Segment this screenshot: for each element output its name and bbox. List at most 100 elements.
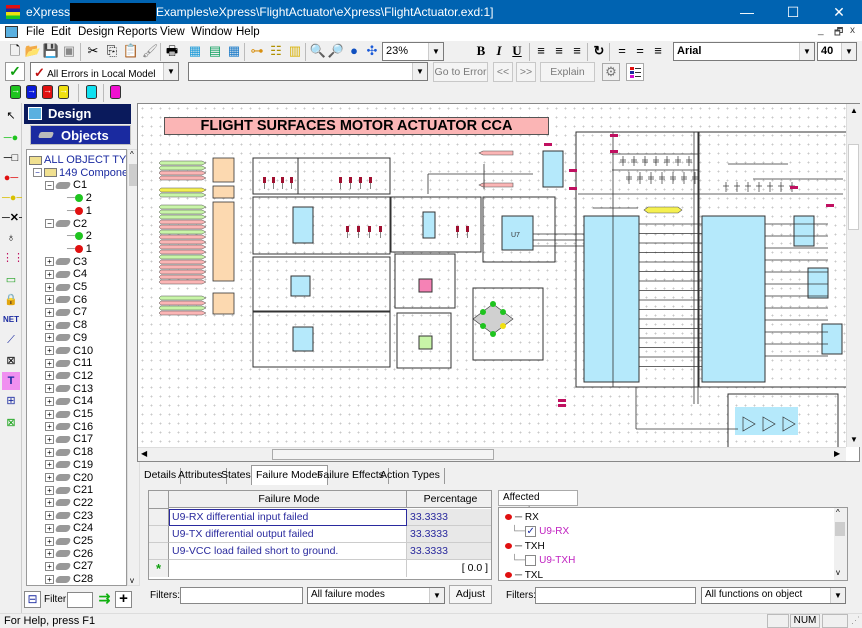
tree-item[interactable]: + C24 <box>45 522 93 535</box>
menu-reports[interactable]: Reports <box>117 26 157 38</box>
maximize-button[interactable]: ☐ <box>770 0 816 24</box>
previous-error-button[interactable]: << <box>493 62 513 82</box>
diagram-canvas[interactable]: FLIGHT SURFACES MOTOR ACTUATOR CCA U7 <box>138 104 846 447</box>
tree-item[interactable]: + C25 <box>45 535 93 548</box>
percentage-cell[interactable]: 33.3333 <box>407 526 491 543</box>
color-legend-icon[interactable] <box>626 63 644 81</box>
mdi-restore-button[interactable]: 🗗 <box>834 25 843 42</box>
tree-item[interactable]: + C26 <box>45 548 93 561</box>
font-size-combo[interactable]: 40 ▼ <box>817 42 857 61</box>
design-header[interactable]: Design <box>24 104 131 124</box>
function-child-item[interactable]: └─ U9-TXH <box>511 555 575 566</box>
save-all-icon[interactable]: ▣ <box>60 42 78 60</box>
text-icon[interactable]: T <box>2 372 20 390</box>
tree-item[interactable]: + C10 <box>45 345 93 358</box>
tree-pin[interactable]: ─ 2 <box>67 192 92 205</box>
affected-functions-tab[interactable]: Affected Functions <box>498 490 578 517</box>
tree-item[interactable]: + C4 <box>45 268 87 281</box>
tree-item[interactable]: + C9 <box>45 332 87 345</box>
tree-item[interactable]: + C28 <box>45 573 93 585</box>
expand-icon[interactable]: + <box>45 269 54 279</box>
next-error-button[interactable]: >> <box>516 62 536 82</box>
zoom-combo[interactable]: 23% ▼ <box>382 42 444 61</box>
open-icon[interactable]: 📂 <box>24 42 42 60</box>
adjust-button[interactable]: Adjust <box>449 585 492 604</box>
red-port-icon[interactable]: ●─ <box>2 169 20 187</box>
tree-item[interactable]: + C18 <box>45 446 93 459</box>
scroll-right-icon[interactable]: ▶ <box>834 449 840 458</box>
scroll-up-icon[interactable]: ^ <box>130 150 134 159</box>
diagonal-icon[interactable]: ⊠ <box>2 414 20 432</box>
expand-icon[interactable]: + <box>45 447 54 457</box>
row-header[interactable] <box>149 509 169 526</box>
tree-item[interactable]: + C23 <box>45 510 93 523</box>
connector-icon[interactable]: ⊞ <box>2 392 20 410</box>
blue-cylinder-icon[interactable]: → <box>26 85 37 99</box>
menu-help[interactable]: Help <box>236 26 260 38</box>
bold-button[interactable]: B <box>472 42 490 60</box>
failure-mode-cell[interactable]: U9-VCC load failed short to ground. <box>169 543 407 560</box>
tree-item[interactable]: + C6 <box>45 294 87 307</box>
lock-icon[interactable]: 🔒 <box>2 291 20 309</box>
tree-item[interactable]: + C3 <box>45 256 87 269</box>
scroll-down-icon[interactable]: v <box>836 568 840 577</box>
collapse-icon[interactable]: − <box>45 219 54 229</box>
net-icon[interactable]: NET <box>2 311 20 329</box>
tree-item[interactable]: + C12 <box>45 370 93 383</box>
tree-view-icon[interactable]: ⊟ <box>24 591 41 608</box>
multi-node-icon[interactable]: ⋮⋮ <box>2 249 24 267</box>
green-cylinder-icon[interactable]: → <box>10 85 21 99</box>
save-icon[interactable]: 💾 <box>42 42 60 60</box>
grid-icon[interactable]: ▥ <box>286 42 304 60</box>
tree-pin[interactable]: ─ 1 <box>67 205 92 218</box>
failure-mode-cell[interactable]: U9-TX differential output failed <box>169 526 407 543</box>
column-percentage[interactable]: Percentage <box>407 491 491 508</box>
align-center-icon[interactable]: ≡ <box>550 42 568 60</box>
percentage-cell[interactable]: 33.3333 <box>407 543 491 560</box>
mdi-close-button[interactable]: x <box>850 25 855 36</box>
expand-icon[interactable]: + <box>45 460 54 470</box>
scroll-up-icon[interactable]: ▲ <box>850 106 858 115</box>
align-left-icon[interactable]: ≡ <box>532 42 550 60</box>
add-button[interactable]: + <box>115 591 132 608</box>
fit-icon[interactable]: ✣ <box>363 42 381 60</box>
expand-icon[interactable]: + <box>45 574 54 584</box>
new-icon[interactable]: 🗋 <box>6 42 24 60</box>
failure-filter-input[interactable] <box>180 587 303 604</box>
canvas-vertical-scrollbar[interactable]: ▲ ▼ <box>846 104 860 447</box>
link-icon[interactable]: ⟋ <box>2 331 20 349</box>
tree-item[interactable]: + C5 <box>45 281 87 294</box>
valign-bottom-icon[interactable]: ≡ <box>649 42 667 60</box>
check-model-button[interactable]: ✓ <box>5 62 25 81</box>
expand-icon[interactable]: + <box>45 409 54 419</box>
yellow-port-icon[interactable]: ─●─ <box>2 189 24 207</box>
tab-states[interactable]: States <box>217 468 256 484</box>
tree-item[interactable]: + C14 <box>45 395 93 408</box>
expand-icon[interactable]: + <box>45 511 54 521</box>
collapse-icon[interactable]: − <box>33 168 42 178</box>
zoom-in-icon[interactable]: 🔍 <box>309 42 327 60</box>
globe-icon[interactable]: ● <box>345 42 363 60</box>
design-view-icon[interactable]: ▦ <box>186 42 204 60</box>
column-failure-mode[interactable]: Failure Mode <box>169 491 407 508</box>
picture-icon[interactable]: ⊠ <box>2 352 20 370</box>
expand-icon[interactable]: + <box>45 257 54 267</box>
scroll-thumb[interactable] <box>272 449 494 460</box>
rotate-icon[interactable]: ↻ <box>590 42 608 60</box>
failure-mode-cell[interactable]: U9-RX differential input failed <box>169 509 407 526</box>
copy-icon[interactable]: ⎘ <box>103 42 121 60</box>
failure-mode-filter-combo[interactable]: All failure modes ▼ <box>307 587 445 604</box>
yellow-cylinder-icon[interactable]: → <box>58 85 69 99</box>
white-port-icon[interactable]: ─□ <box>2 149 20 167</box>
scroll-down-icon[interactable]: v <box>130 576 134 585</box>
tree-item[interactable]: + C20 <box>45 472 93 485</box>
expand-icon[interactable]: + <box>45 307 54 317</box>
minimize-button[interactable]: — <box>724 0 770 24</box>
expand-icon[interactable]: + <box>45 561 54 571</box>
function-filter-combo[interactable]: All functions on object ▼ <box>701 587 846 604</box>
new-row-marker[interactable]: * <box>149 560 169 577</box>
tree-item[interactable]: + C8 <box>45 319 87 332</box>
menu-edit[interactable]: Edit <box>51 26 71 38</box>
tree-pin[interactable]: ─ 2 <box>67 230 92 243</box>
node-icon[interactable]: ♁ <box>2 229 20 247</box>
